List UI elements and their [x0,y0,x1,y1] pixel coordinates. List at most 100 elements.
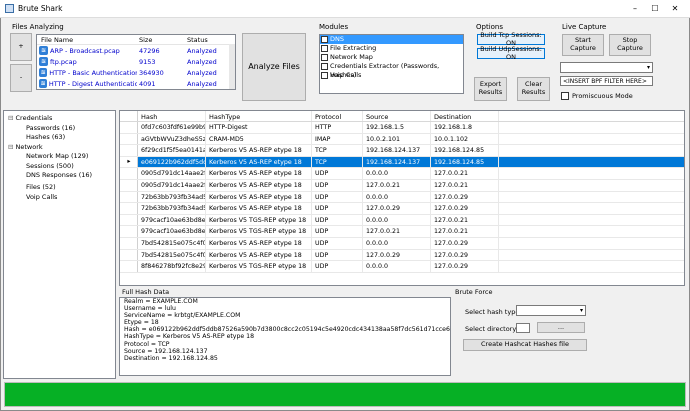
module-checkbox[interactable] [321,36,328,43]
row-header[interactable] [120,203,138,214]
tree-item[interactable]: Files (52) [26,183,56,193]
table-row[interactable]: 6f29cd1f5f5ea0141acf...Kerberos V5 AS-RE… [120,145,684,157]
row-header[interactable] [120,214,138,226]
column-hashtype[interactable]: HashType [206,111,312,121]
tree-item[interactable]: DNS Responses (16) [26,171,92,181]
table-row[interactable]: 72b63bb793fb34ad551...Kerberos V5 AS-REP… [120,203,684,215]
file-row[interactable]: ≋ ARP - Broadcast.pcap 47296 Analyzed [37,45,235,56]
table-row[interactable]: 8f846278bf92fc8e29... Kerberos V5 TGS-REP… [120,261,684,273]
module-item[interactable]: Voip Calls [320,71,463,80]
tree-item[interactable]: Hashes (63) [26,133,65,143]
modules-list[interactable]: DNS File Extracting Network Map Credentials… [319,34,464,94]
module-checkbox[interactable] [321,54,328,61]
clear-results-button[interactable]: Clear Results [517,77,550,101]
column-source[interactable]: Source [363,111,431,121]
udp-sessions-toggle[interactable]: Build UdpSessions: ON [477,45,545,60]
destination-cell: 127.0.0.29 [431,203,499,214]
row-header[interactable] [120,179,138,191]
hash-type-select[interactable]: ▾ [516,305,586,316]
file-status: Analyzed [187,57,217,66]
module-item[interactable]: DNS [320,35,463,44]
maximize-button[interactable]: ☐ [648,3,662,14]
directory-input[interactable] [516,323,530,333]
module-item[interactable]: Credentials Extractor (Passwords, Hashes… [320,62,463,79]
file-row[interactable]: ≋HTTP - Digest Authentication...4091 Anal… [37,78,235,89]
tree-item[interactable]: Sessions (500) [26,162,74,172]
tree-item-label: Credentials [15,114,53,122]
browse-directory-button[interactable]: ... [537,322,585,333]
table-row[interactable]: 979cacf10ae63bd8e28...Kerberos V5 TGS-RE… [120,226,684,238]
row-header-corner [120,111,138,121]
row-header[interactable] [120,168,138,179]
tree-item[interactable]: ⊟ Credentials [8,114,52,124]
tree-expander-icon[interactable]: ⊟ [8,114,16,122]
row-header[interactable] [120,122,138,133]
file-name-cell: ≋ ftp.pcap [37,57,137,66]
tree-item-label: Files (52) [26,183,56,191]
file-row[interactable]: ≋ HTTP - Basic Authentication... 364930 Ana… [37,67,235,78]
protocol-cell: UDP [312,249,363,261]
row-header[interactable] [120,226,138,237]
table-row[interactable]: 7bd542815e075c4f0b...Kerberos V5 AS-REP … [120,249,684,262]
close-button[interactable]: ✕ [668,3,682,14]
tree-item[interactable]: ⊟ Network [8,143,43,153]
column-file-name[interactable]: File Name [37,35,137,44]
start-capture-button[interactable]: Start Capture [562,34,604,56]
pcap-file-icon: ≋ [39,79,47,88]
bpf-filter-input[interactable]: <INSERT BPF FILTER HERE> [560,76,653,86]
destination-cell: 127.0.0.29 [431,249,499,261]
row-header[interactable] [120,133,138,145]
table-row[interactable]: ▸e069122b962ddf5ddb8...Kerberos V5 AS-RE… [120,156,684,169]
module-item[interactable]: File Extracting [320,44,463,53]
analyze-files-button[interactable]: Analyze Files [242,33,306,101]
tree-expander-icon[interactable]: ⊟ [8,143,16,151]
export-results-button[interactable]: Export Results [474,77,507,101]
destination-cell: 127.0.0.29 [431,191,499,203]
tcp-sessions-toggle[interactable]: Build Tcp Sessions: ON [477,31,545,46]
remove-file-button[interactable]: - [10,64,32,92]
hashtype-cell: Kerberos V5 AS-REP etype 18 [206,249,312,261]
results-tree[interactable]: ⊟ Credentials Passwords (16) Hashes (63) ⊟ … [3,110,116,379]
destination-cell: 127.0.0.21 [431,179,499,191]
row-header[interactable] [120,145,138,156]
add-file-button[interactable]: + [10,33,32,61]
file-status: Analyzed [187,68,217,77]
file-row[interactable]: ≋ ftp.pcap 9153 Analyzed [37,56,235,67]
table-row[interactable]: 7bd542815e075c4f0b...Kerberos V5 AS-REP … [120,237,684,250]
column-status[interactable]: Status [185,35,235,44]
tree-item[interactable]: Passwords (16) [26,124,75,134]
module-item[interactable]: Network Map [320,53,463,62]
row-header[interactable] [120,237,138,249]
row-header[interactable]: ▸ [120,156,138,168]
interface-select[interactable]: ▾ [560,62,653,73]
promiscuous-checkbox[interactable] [561,92,569,100]
row-header[interactable] [120,249,138,261]
create-hashcat-button[interactable]: Create Hashcat Hashes file [463,339,587,351]
table-row[interactable]: 979cacf10ae63bd8e28...Kerberos V5 TGS-RE… [120,214,684,227]
row-header[interactable] [120,191,138,203]
module-checkbox[interactable] [321,45,328,52]
module-checkbox[interactable] [321,63,328,70]
table-row[interactable]: 0fd7c603fdf61e99b9c0...HTTP-DigestHTTP19… [120,122,684,134]
column-hash[interactable]: Hash [138,111,206,121]
column-destination[interactable]: Destination [431,111,499,121]
minimize-button[interactable]: – [628,3,642,14]
table-row[interactable]: 0905d791dc14aae2fbc...Kerberos V5 AS-REP… [120,168,684,180]
module-checkbox[interactable] [321,72,328,79]
column-protocol[interactable]: Protocol [312,111,363,121]
table-row[interactable]: aGVtbWVuZ3dheS5zY0...CRAM-MD5IMAP10.0.2.… [120,133,684,146]
table-row[interactable]: 0905d791dc14aae2fbc...Kerberos V5 AS-REP… [120,179,684,192]
table-row[interactable]: 72b63bb793fb34ad551...Kerberos V5 AS-REP… [120,191,684,204]
tree-item-label: Sessions (500) [26,161,74,170]
row-header[interactable] [120,261,138,272]
files-table[interactable]: File Name Size Status ≋ ARP - Broadcast.p… [36,34,236,90]
protocol-cell: UDP [312,203,363,214]
tree-item[interactable]: Voip Calls [26,193,57,203]
hash-detail-line: Source = 192.168.124.137 [124,347,208,355]
results-grid[interactable]: Hash HashType Protocol Source Destinatio… [119,110,685,286]
tree-item[interactable]: Network Map (129) [26,152,88,162]
stop-capture-button[interactable]: Stop Capture [609,34,651,56]
column-size[interactable]: Size [137,35,185,44]
files-scrollbar[interactable] [229,44,235,89]
full-hash-data-text[interactable]: Realm = EXAMPLE.COM Username = lulu Servic… [119,297,451,376]
